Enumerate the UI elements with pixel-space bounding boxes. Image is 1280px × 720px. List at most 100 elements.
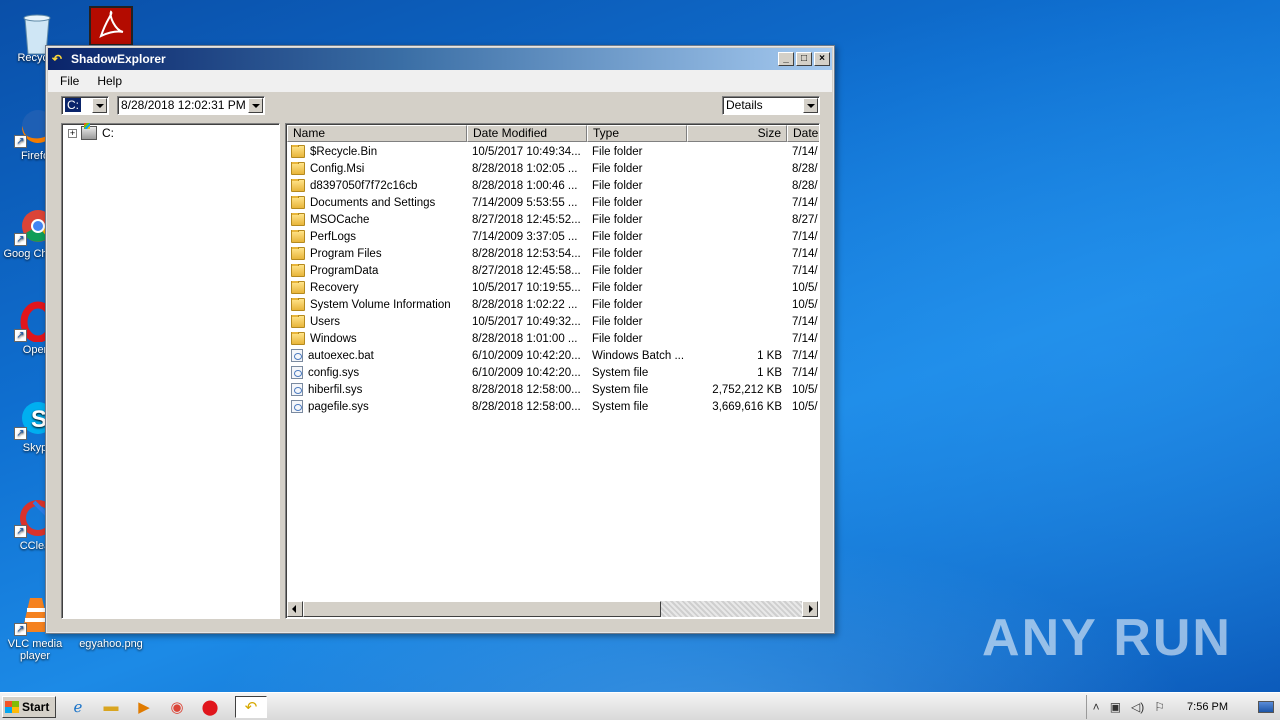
table-row[interactable]: Config.Msi 8/28/2018 1:02:05 ... File fold…	[287, 160, 819, 177]
cell-text: 8/28/2018 12:58:00...	[472, 383, 581, 396]
internet-explorer-icon[interactable]: ℯ	[67, 696, 89, 718]
cell-text: MSOCache	[310, 213, 370, 226]
start-button[interactable]: Start	[2, 695, 56, 718]
table-row[interactable]: config.sys 6/10/2009 10:42:20... System fi…	[287, 364, 819, 381]
folder-tree-pane[interactable]: + C:	[61, 123, 280, 619]
cell-text: Program Files	[310, 247, 382, 260]
cell-size: 2,752,212 KB	[687, 384, 787, 396]
cell-text: d8397050f7f72c16cb	[310, 179, 418, 192]
menu-help[interactable]: Help	[97, 74, 122, 88]
column-header-name[interactable]: Name	[287, 125, 467, 142]
cell-text: 10/5/2017 10:49:34...	[472, 145, 581, 158]
column-header-row: Name Date Modified Type Size Date	[287, 125, 819, 142]
cell-text: File folder	[592, 145, 643, 158]
cell-date: 10/5/	[787, 299, 819, 311]
cell-name: autoexec.bat	[287, 349, 467, 362]
cell-type: File folder	[587, 146, 687, 158]
cell-text: File folder	[592, 247, 643, 260]
cell-type: File folder	[587, 316, 687, 328]
snapshot-date-value: 8/28/2018 12:02:31 PM	[121, 98, 246, 112]
column-header-size[interactable]: Size	[687, 125, 787, 142]
toolbar: C: 8/28/2018 12:02:31 PM Details	[48, 92, 832, 120]
column-header-type[interactable]: Type	[587, 125, 687, 142]
shadowexplorer-icon[interactable]: ↶	[235, 695, 267, 718]
cell-modified: 7/14/2009 3:37:05 ...	[467, 231, 587, 243]
close-button[interactable]: ×	[814, 52, 830, 66]
cell-text: 8/27/	[792, 213, 818, 226]
cell-text: 8/28/	[792, 179, 818, 192]
table-row[interactable]: Users 10/5/2017 10:49:32... File folder 7/1…	[287, 313, 819, 330]
cell-date: 7/14/	[787, 367, 819, 379]
tree-node-c-drive[interactable]: + C:	[68, 123, 114, 140]
cell-name: MSOCache	[287, 213, 467, 226]
horizontal-scrollbar[interactable]	[287, 601, 818, 617]
column-header-date-modified[interactable]: Date Modified	[467, 125, 587, 142]
shortcut-arrow-icon: ↗	[14, 329, 27, 342]
cell-text: 1 KB	[757, 349, 782, 362]
table-row[interactable]: hiberfil.sys 8/28/2018 12:58:00... System …	[287, 381, 819, 398]
cell-date: 7/14/	[787, 197, 819, 209]
cell-type: File folder	[587, 282, 687, 294]
chevron-down-icon[interactable]	[248, 98, 263, 113]
chevron-down-icon[interactable]	[92, 98, 107, 113]
show-desktop-button[interactable]	[1258, 701, 1274, 713]
chrome-icon[interactable]: ◉	[166, 696, 188, 718]
title-bar[interactable]: ↶ ShadowExplorer _ □ ×	[48, 48, 832, 70]
table-row[interactable]: Documents and Settings 7/14/2009 5:53:55 …	[287, 194, 819, 211]
table-row[interactable]: pagefile.sys 8/28/2018 12:58:00... System …	[287, 398, 819, 415]
folder-icon	[291, 230, 305, 243]
cell-date: 10/5/	[787, 384, 819, 396]
table-row[interactable]: Recovery 10/5/2017 10:19:55... File folder…	[287, 279, 819, 296]
snapshot-date-select[interactable]: 8/28/2018 12:02:31 PM	[117, 96, 265, 115]
table-row[interactable]: d8397050f7f72c16cb 8/28/2018 1:00:46 ... F…	[287, 177, 819, 194]
cell-name: Windows	[287, 332, 467, 345]
cell-modified: 10/5/2017 10:19:55...	[467, 282, 587, 294]
folder-icon[interactable]: ▬	[100, 696, 122, 718]
table-row[interactable]: PerfLogs 7/14/2009 3:37:05 ... File folder…	[287, 228, 819, 245]
scrollbar-thumb[interactable]	[303, 601, 661, 617]
table-row[interactable]: autoexec.bat 6/10/2009 10:42:20... Windows…	[287, 347, 819, 364]
table-row[interactable]: MSOCache 8/27/2018 12:45:52... File folder…	[287, 211, 819, 228]
scroll-left-button[interactable]	[287, 601, 303, 617]
cell-text: File folder	[592, 213, 643, 226]
column-header-date[interactable]: Date	[787, 125, 819, 142]
cell-text: 7/14/2009 3:37:05 ...	[472, 230, 578, 243]
drive-select[interactable]: C:	[61, 96, 109, 115]
table-row[interactable]: ProgramData 8/27/2018 12:45:58... File fol…	[287, 262, 819, 279]
desktop-icon-acrobat[interactable]	[76, 6, 146, 48]
table-row[interactable]: Windows 8/28/2018 1:01:00 ... File folder 7…	[287, 330, 819, 347]
chevron-down-icon[interactable]	[803, 98, 818, 113]
cell-type: System file	[587, 384, 687, 396]
file-list-pane[interactable]: Name Date Modified Type Size Date $Recyc…	[285, 123, 820, 619]
media-player-icon[interactable]: ▶	[133, 696, 155, 718]
cell-text: System file	[592, 366, 649, 379]
shortcut-arrow-icon: ↗	[14, 135, 27, 148]
action-center-flag-icon[interactable]: ⚐	[1154, 700, 1165, 714]
network-icon[interactable]: ▣	[1110, 700, 1121, 714]
view-mode-select[interactable]: Details	[722, 96, 820, 115]
expand-icon[interactable]: +	[68, 128, 77, 138]
cell-type: File folder	[587, 333, 687, 345]
opera-icon[interactable]: ⬤	[199, 696, 221, 718]
system-tray: ˄ ▣ ◁) ⚐ 7:56 PM	[1085, 695, 1280, 719]
folder-icon	[291, 213, 305, 226]
maximize-button[interactable]: □	[796, 52, 812, 66]
scroll-right-button[interactable]	[802, 601, 818, 617]
minimize-button[interactable]: _	[778, 52, 794, 66]
menu-bar: File Help	[48, 70, 832, 92]
cell-date: 7/14/	[787, 231, 819, 243]
clock[interactable]: 7:56 PM	[1187, 701, 1228, 713]
table-row[interactable]: System Volume Information 8/28/2018 1:02:…	[287, 296, 819, 313]
cell-modified: 7/14/2009 5:53:55 ...	[467, 197, 587, 209]
cell-type: File folder	[587, 163, 687, 175]
menu-file[interactable]: File	[60, 74, 79, 88]
table-row[interactable]: $Recycle.Bin 10/5/2017 10:49:34... File fo…	[287, 143, 819, 160]
cell-text: Windows Batch ...	[592, 349, 685, 362]
cell-text: Recovery	[310, 281, 359, 294]
cell-text: File folder	[592, 281, 643, 294]
cell-text: Users	[310, 315, 341, 328]
show-hidden-icons-icon[interactable]: ˄	[1093, 700, 1100, 714]
shadowexplorer-app-icon: ↶	[52, 52, 63, 66]
table-row[interactable]: Program Files 8/28/2018 12:53:54... File f…	[287, 245, 819, 262]
volume-icon[interactable]: ◁)	[1131, 700, 1144, 714]
